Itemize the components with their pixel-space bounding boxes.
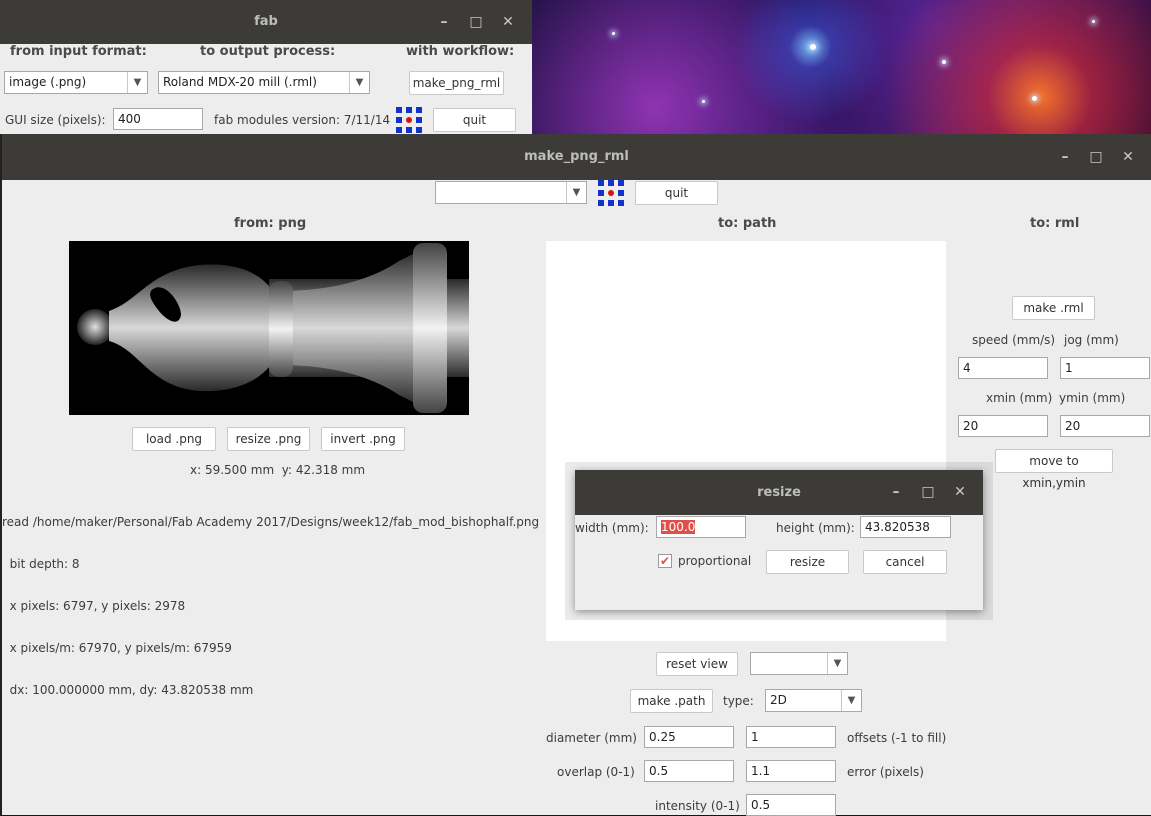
fab-title-bar: fab – □ ✕ [0, 0, 532, 44]
resize-button[interactable]: resize [766, 550, 849, 574]
resize-dialog: resize – □ ✕ width (mm): 100.0 height (m… [575, 470, 983, 610]
speed-label: speed (mm/s) [972, 333, 1056, 347]
input-format-select[interactable]: image (.png) ▼ [4, 71, 148, 94]
jog-label: jog (mm) [1064, 333, 1119, 347]
width-value-selected: 100.0 [661, 520, 696, 534]
maximize-icon[interactable]: □ [466, 0, 486, 44]
diameter-label: diameter (mm) [546, 731, 637, 745]
width-input[interactable]: 100.0 [656, 516, 746, 538]
resize-dialog-title: resize [757, 485, 801, 500]
make-path-button[interactable]: make .path [630, 689, 713, 713]
jog-input[interactable]: 1 [1060, 357, 1150, 379]
to-output-label: to output process: [200, 44, 336, 59]
diameter-input[interactable]: 0.25 [644, 726, 734, 748]
close-icon[interactable]: ✕ [1118, 134, 1138, 178]
info-line: dx: 100.000000 mm, dy: 43.820538 mm [2, 683, 254, 697]
minimize-icon[interactable]: – [886, 470, 906, 514]
width-label: width (mm): [575, 521, 649, 535]
chevron-down-icon: ▼ [566, 182, 586, 203]
bishop-heightmap [77, 243, 469, 413]
ymin-label: ymin (mm) [1059, 391, 1126, 405]
info-line: x pixels/m: 67970, y pixels/m: 67959 [2, 641, 232, 655]
chevron-down-icon: ▼ [349, 72, 369, 93]
fab-logo-icon [598, 180, 624, 206]
intensity-input[interactable]: 0.5 [746, 794, 836, 816]
main-window-title: make_png_rml [524, 149, 629, 164]
version-text: fab modules version: 7/11/14 [214, 113, 391, 127]
overlap-input[interactable]: 0.5 [644, 760, 734, 782]
fab-logo-icon [396, 107, 422, 133]
from-input-label: from input format: [10, 44, 147, 59]
reset-view-button[interactable]: reset view [656, 652, 738, 676]
chevron-down-icon: ▼ [127, 72, 147, 93]
move-to-xmin-ymin-button[interactable]: move to xmin,ymin [995, 449, 1113, 490]
resize-title-bar: resize – □ ✕ [575, 470, 983, 515]
gui-size-label: GUI size (pixels): [5, 113, 106, 127]
overlap-label: overlap (0-1) [557, 765, 635, 779]
proportional-label: proportional [678, 554, 752, 568]
chevron-down-icon: ▼ [841, 690, 861, 711]
xmin-label: xmin (mm) [986, 391, 1053, 405]
resize-png-button[interactable]: resize .png [227, 427, 310, 451]
png-preview-image[interactable] [69, 241, 469, 415]
ymin-input[interactable]: 20 [1060, 415, 1150, 437]
chevron-down-icon: ▼ [827, 653, 847, 674]
cursor-coordinates: x: 59.500 mm y: 42.318 mm [190, 463, 366, 477]
maximize-icon[interactable]: □ [1086, 134, 1106, 178]
offsets-label: offsets (-1 to fill) [847, 731, 947, 745]
type-select[interactable]: 2D ▼ [765, 689, 862, 712]
info-line: read /home/maker/Personal/Fab Academy 20… [2, 515, 540, 529]
workflow-label: with workflow: [406, 44, 515, 59]
maximize-icon[interactable]: □ [918, 470, 938, 514]
close-icon[interactable]: ✕ [950, 470, 970, 514]
speed-input[interactable]: 4 [958, 357, 1048, 379]
height-label: height (mm): [776, 521, 855, 535]
view-select[interactable]: ▼ [750, 652, 848, 675]
type-label: type: [723, 694, 754, 708]
invert-png-button[interactable]: invert .png [321, 427, 405, 451]
gui-size-input[interactable]: 400 [113, 108, 203, 130]
error-label: error (pixels) [847, 765, 924, 779]
info-line: x pixels: 6797, y pixels: 2978 [2, 599, 186, 613]
main-title-bar: make_png_rml – □ ✕ [2, 134, 1151, 180]
png-info-text: read /home/maker/Personal/Fab Academy 20… [2, 487, 542, 725]
workflow-button[interactable]: make_png_rml [409, 71, 504, 95]
to-path-header: to: path [718, 216, 777, 231]
output-process-value: Roland MDX-20 mill (.rml) [163, 75, 317, 89]
minimize-icon[interactable]: – [1055, 134, 1075, 178]
input-format-value: image (.png) [9, 75, 87, 89]
cancel-button[interactable]: cancel [863, 550, 947, 574]
type-select-value: 2D [770, 693, 787, 707]
proportional-checkbox[interactable]: ✔ [658, 554, 672, 568]
fab-window: fab – □ ✕ from input format: to output p… [0, 0, 532, 134]
minimize-icon[interactable]: – [434, 0, 454, 44]
output-process-select[interactable]: Roland MDX-20 mill (.rml) ▼ [158, 71, 370, 94]
fab-quit-button[interactable]: quit [433, 108, 516, 132]
load-png-button[interactable]: load .png [132, 427, 216, 451]
close-icon[interactable]: ✕ [498, 0, 518, 44]
fab-window-title: fab [254, 14, 278, 29]
main-quit-button[interactable]: quit [635, 181, 718, 205]
from-png-header: from: png [234, 216, 307, 231]
error-input[interactable]: 1.1 [746, 760, 836, 782]
intensity-label: intensity (0-1) [655, 799, 740, 813]
info-line: bit depth: 8 [2, 557, 80, 571]
offsets-input[interactable]: 1 [746, 726, 836, 748]
to-rml-header: to: rml [1030, 216, 1080, 231]
xmin-input[interactable]: 20 [958, 415, 1048, 437]
make-rml-button[interactable]: make .rml [1012, 296, 1095, 320]
top-select[interactable]: ▼ [435, 181, 587, 204]
desktop-wallpaper [532, 0, 1151, 134]
height-input[interactable]: 43.820538 [860, 516, 951, 538]
